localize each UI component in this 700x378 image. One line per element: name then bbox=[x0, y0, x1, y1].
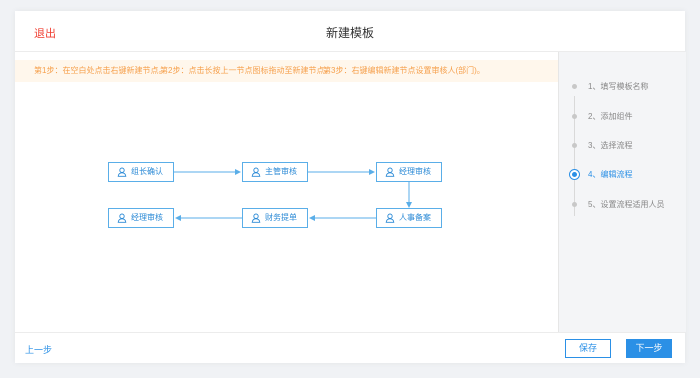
flow-node-label: 财务提单 bbox=[265, 213, 297, 222]
flow-canvas[interactable]: 第1步：在空白处点击右键新建节点。 第2步：点击长按上一节点图标拖动至新建节点。… bbox=[15, 52, 558, 332]
flow-node[interactable]: 主管审核 bbox=[242, 162, 308, 182]
footer: 上一步 保存 下一步 bbox=[15, 332, 685, 364]
flow-node[interactable]: 组长确认 bbox=[108, 162, 174, 182]
flow-node-label: 经理审核 bbox=[131, 213, 163, 222]
step-item[interactable]: 5、设置流程适用人员 bbox=[559, 198, 686, 212]
step-item[interactable]: 4、编辑流程 bbox=[559, 168, 686, 182]
step-label: 2、添加组件 bbox=[588, 112, 633, 121]
instruction-bar: 第1步：在空白处点击右键新建节点。 第2步：点击长按上一节点图标拖动至新建节点。… bbox=[15, 60, 558, 82]
step-item[interactable]: 3、选择流程 bbox=[559, 139, 686, 153]
step-label: 3、选择流程 bbox=[588, 141, 633, 150]
step-dot-icon bbox=[572, 84, 577, 89]
flow-node[interactable]: 经理审核 bbox=[108, 208, 174, 228]
step-dot-icon bbox=[570, 170, 579, 179]
page-title: 新建模板 bbox=[325, 26, 374, 40]
user-icon bbox=[251, 213, 261, 223]
header: 退出 新建模板 bbox=[15, 11, 685, 52]
tip-step-3: 第3步：右键编辑新建节点设置审核人(部门)。 bbox=[323, 66, 485, 75]
step-item[interactable]: 2、添加组件 bbox=[559, 110, 686, 124]
user-icon bbox=[385, 167, 395, 177]
user-icon bbox=[117, 167, 127, 177]
step-dot-icon bbox=[572, 202, 577, 207]
user-icon bbox=[385, 213, 395, 223]
save-button[interactable]: 保存 bbox=[565, 339, 611, 358]
flow-node[interactable]: 财务提单 bbox=[242, 208, 308, 228]
next-step-button[interactable]: 下一步 bbox=[626, 339, 672, 358]
step-label: 1、填写模板名称 bbox=[588, 82, 649, 91]
step-label: 4、编辑流程 bbox=[588, 170, 633, 179]
step-dot-icon bbox=[572, 114, 577, 119]
user-icon bbox=[251, 167, 261, 177]
step-item[interactable]: 1、填写模板名称 bbox=[559, 80, 686, 94]
tip-step-2: 第2步：点击长按上一节点图标拖动至新建节点。 bbox=[160, 66, 333, 75]
flow-node[interactable]: 人事备案 bbox=[376, 208, 442, 228]
step-label: 5、设置流程适用人员 bbox=[588, 200, 665, 209]
flow-node-label: 组长确认 bbox=[131, 167, 163, 176]
prev-step-link[interactable]: 上一步 bbox=[25, 343, 52, 356]
tip-step-1: 第1步：在空白处点击右键新建节点。 bbox=[34, 66, 167, 75]
steps-panel: 1、填写模板名称 2、添加组件 3、选择流程 4、编辑流程 5、设置流程适用人员 bbox=[558, 52, 686, 332]
flow-node-label: 主管审核 bbox=[265, 167, 297, 176]
flow-node-label: 人事备案 bbox=[399, 213, 431, 222]
step-dot-icon bbox=[572, 143, 577, 148]
user-icon bbox=[117, 213, 127, 223]
flow-node[interactable]: 经理审核 bbox=[376, 162, 442, 182]
flow-node-label: 经理审核 bbox=[399, 167, 431, 176]
template-editor-window: 退出 新建模板 第1步：在空白处点击右键新建节点。 第2步：点击长按上一节点图标… bbox=[15, 11, 686, 364]
